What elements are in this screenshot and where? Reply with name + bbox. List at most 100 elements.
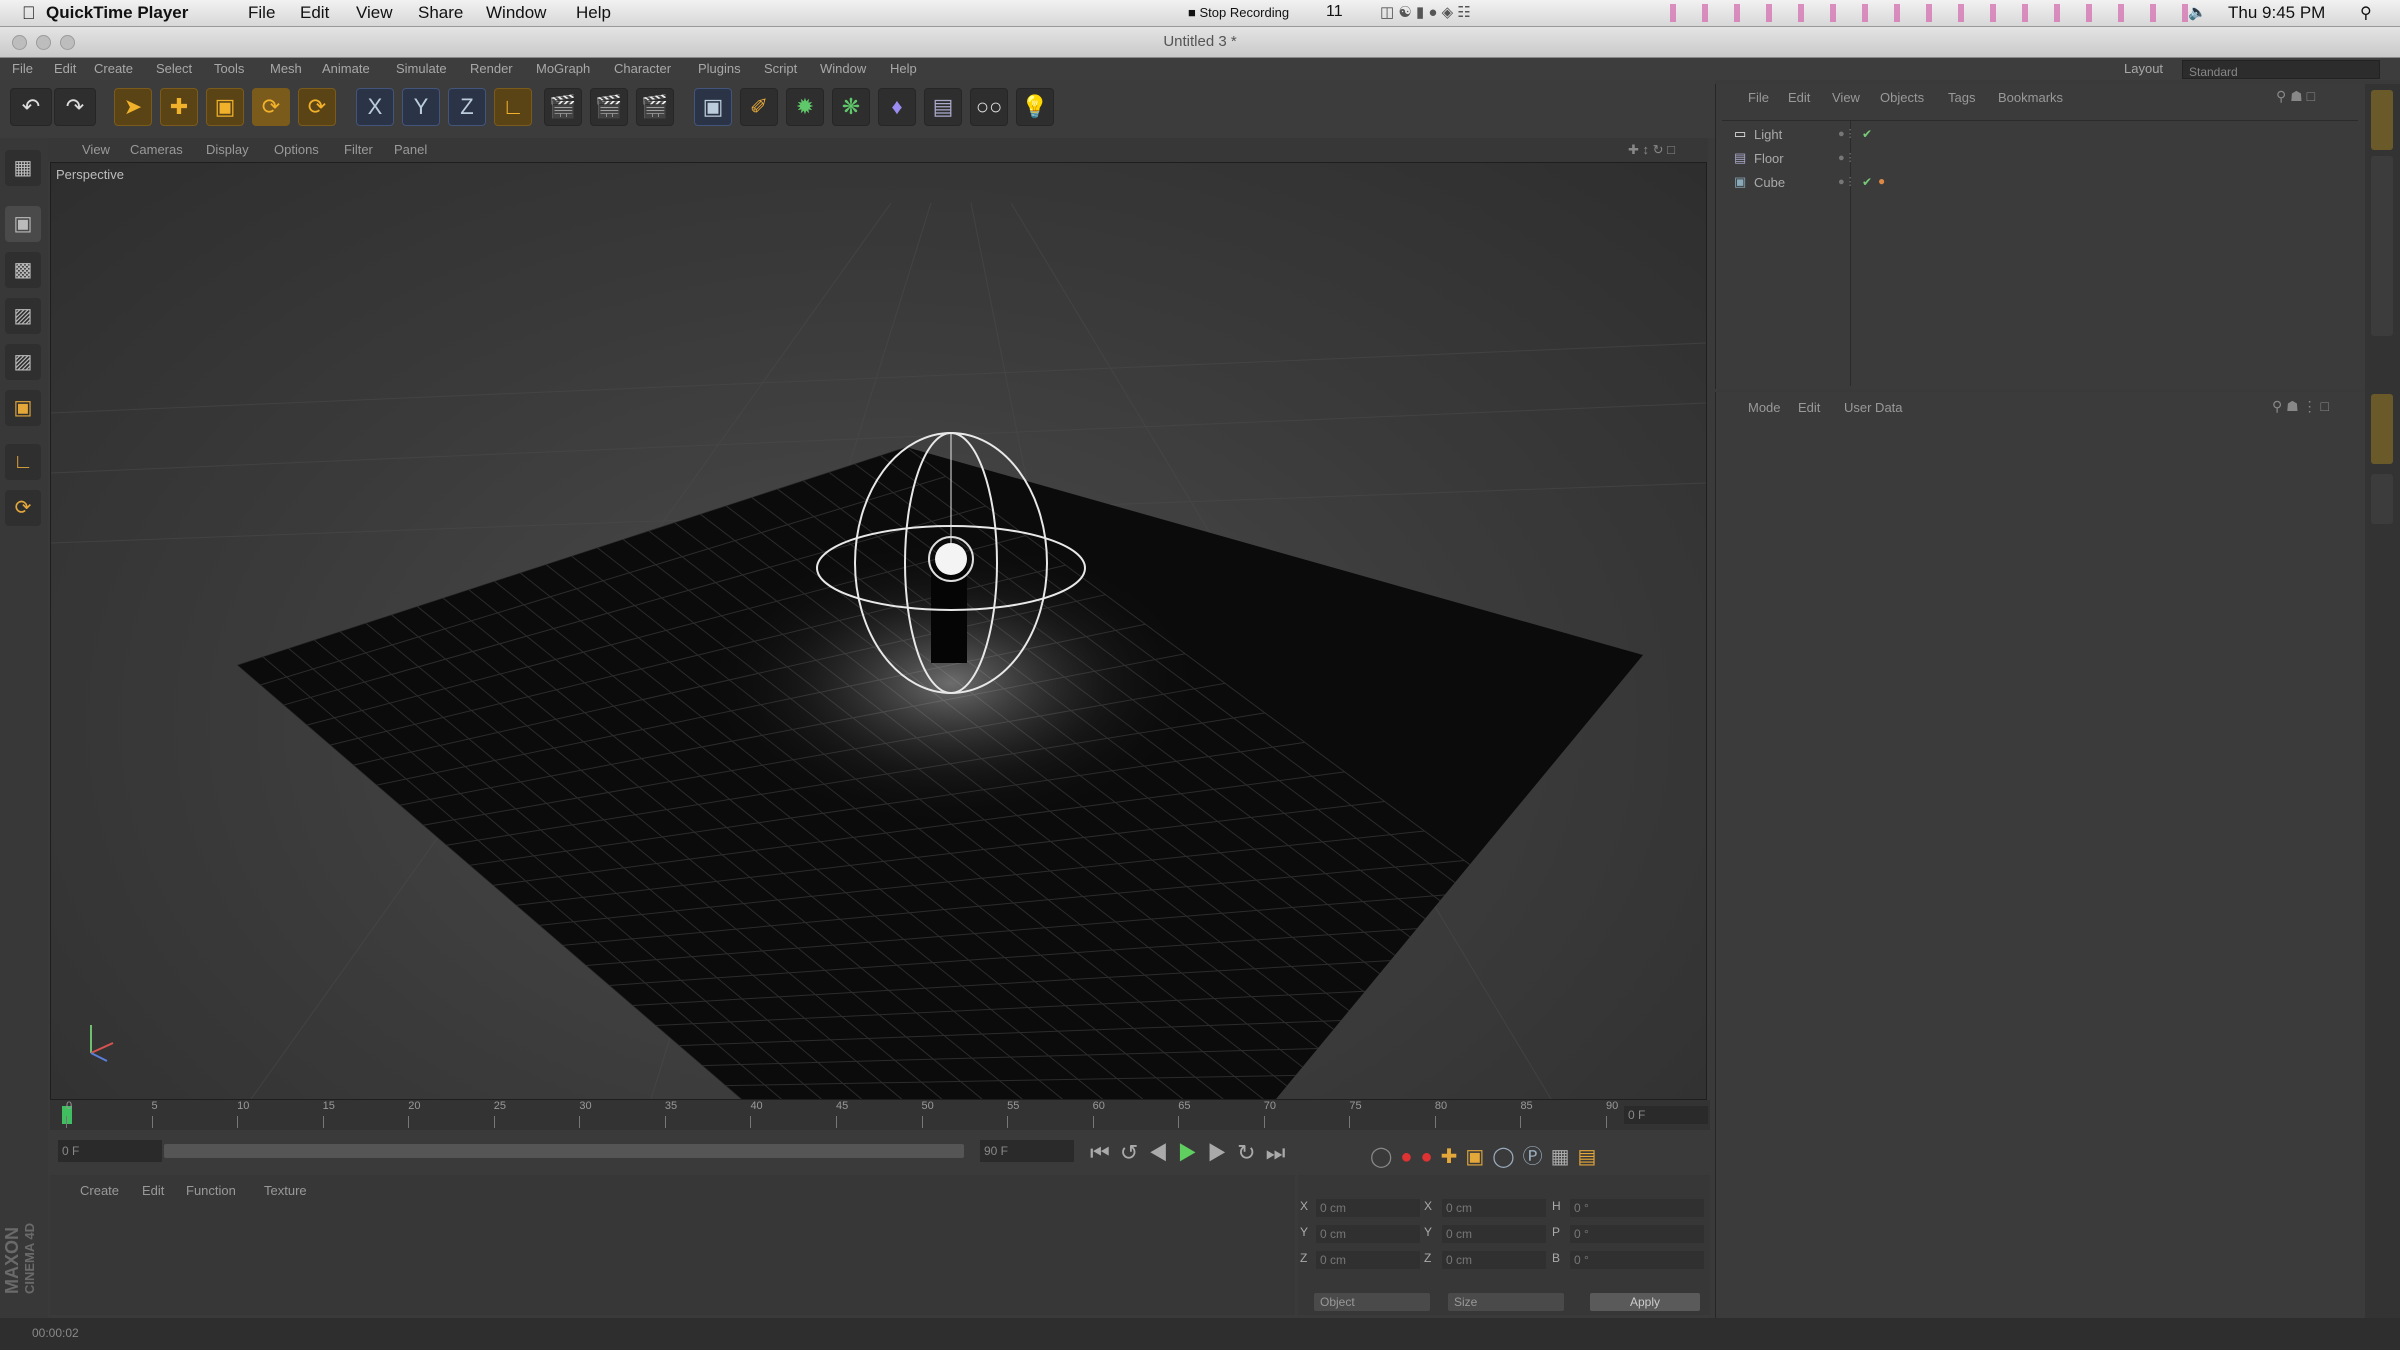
volume-icon[interactable]: 🔈 [2188,3,2207,21]
undo-button[interactable]: ↶ [10,88,52,126]
spotlight-icon[interactable]: ⚲ [2360,3,2372,23]
key-pla-button[interactable]: ▦ [1551,1146,1578,1168]
rotate-tool[interactable]: ⟳ [252,88,290,126]
c4d-menu-mograph[interactable]: MoGraph [536,61,590,76]
vp-menu-filter[interactable]: Filter [344,142,373,157]
c4d-menu-render[interactable]: Render [470,61,513,76]
c4d-menu-create[interactable]: Create [94,61,133,76]
render-picture-viewer-button[interactable]: 🎬 [590,88,628,126]
x-axis-lock[interactable]: X [356,88,394,126]
object-row-cube[interactable]: ▣ Cube ●⋮ ✔ ● [1726,172,2346,194]
texture-mode-button[interactable]: ▩ [5,252,41,288]
c4d-menu-mesh[interactable]: Mesh [270,61,302,76]
coord-rot-field[interactable]: 0 ° [1570,1225,1704,1243]
edges-mode-button[interactable]: ▨ [5,344,41,380]
cloner-icon[interactable]: ❋ [832,88,870,126]
coord-pos-field[interactable]: 0 cm [1316,1251,1420,1269]
goto-start-button[interactable]: ⏮ [1090,1140,1120,1165]
viewport-nav-icons[interactable]: ✚ ↕ ↻ □ [1628,142,1675,158]
apple-icon[interactable]:  [22,3,36,24]
record-keys-button[interactable]: ● [1400,1146,1420,1168]
object-row-floor[interactable]: ▤ Floor ●⋮ [1726,148,2346,170]
material-tag-icon[interactable]: ● [1878,174,1885,188]
redo-button[interactable]: ↷ [54,88,96,126]
enabled-check-icon[interactable]: ✔ [1862,127,1872,141]
timeline-window-button[interactable]: ▤ [1578,1146,1605,1168]
vp-menu-panel[interactable]: Panel [394,142,427,157]
mat-menu-edit[interactable]: Edit [142,1183,164,1198]
attributes-tab[interactable] [2371,394,2393,464]
c4d-menu-simulate[interactable]: Simulate [396,61,447,76]
c4d-menu-plugins[interactable]: Plugins [698,61,741,76]
next-frame-button[interactable]: ▶ [1208,1140,1238,1165]
visibility-dots[interactable]: ●⋮ [1838,151,1856,164]
mat-menu-create[interactable]: Create [80,1183,119,1198]
mat-menu-function[interactable]: Function [186,1183,236,1198]
app-name-menu[interactable]: QuickTime Player [46,3,188,23]
c4d-menu-script[interactable]: Script [764,61,797,76]
objects-tab[interactable] [2371,90,2393,150]
key-param-button[interactable]: Ⓟ [1523,1146,1551,1168]
layers-tab[interactable] [2371,474,2393,524]
menu-help[interactable]: Help [576,3,611,23]
y-axis-lock[interactable]: Y [402,88,440,126]
polygons-mode-button[interactable]: ▣ [5,390,41,426]
obj-menu-file[interactable]: File [1748,90,1769,105]
attr-toolbar-icons[interactable]: ⚲ ☗ ⋮ □ [2272,398,2329,415]
c4d-menu-edit[interactable]: Edit [54,61,76,76]
coord-size-field[interactable]: 0 cm [1442,1199,1546,1217]
vp-menu-display[interactable]: Display [206,142,249,157]
z-axis-lock[interactable]: Z [448,88,486,126]
apply-button[interactable]: Apply [1590,1293,1700,1311]
coordinate-mode-select[interactable]: Object [1314,1293,1430,1311]
next-key-button[interactable]: ↻ [1237,1140,1265,1165]
visibility-dots[interactable]: ●⋮ [1838,175,1856,188]
attr-menu-user-data[interactable]: User Data [1844,400,1903,415]
subdivision-surface-icon[interactable]: ✹ [786,88,824,126]
menu-window[interactable]: Window [486,3,546,23]
coord-size-field[interactable]: 0 cm [1442,1251,1546,1269]
cube-primitive-icon[interactable]: ▣ [694,88,732,126]
coordinate-system-button[interactable]: ∟ [494,88,532,126]
attr-menu-edit[interactable]: Edit [1798,400,1820,415]
c4d-menu-file[interactable]: File [12,61,33,76]
autokey-button[interactable]: ● [1420,1146,1440,1168]
content-browser-tab[interactable] [2371,156,2393,336]
c4d-menu-select[interactable]: Select [156,61,192,76]
obj-menu-bookmarks[interactable]: Bookmarks [1998,90,2063,105]
menu-file[interactable]: File [248,3,275,23]
layout-select[interactable]: Standard [2182,60,2380,79]
menu-view[interactable]: View [356,3,393,23]
key-scale-button[interactable]: ▣ [1465,1146,1492,1168]
obj-menu-tags[interactable]: Tags [1948,90,1975,105]
goto-end-button[interactable]: ⏭ [1266,1140,1296,1165]
size-mode-select[interactable]: Size [1448,1293,1564,1311]
floor-icon[interactable]: ▤ [924,88,962,126]
live-selection-tool[interactable]: ➤ [114,88,152,126]
stop-recording-button[interactable]: ■ Stop Recording [1188,5,1289,20]
mat-menu-texture[interactable]: Texture [264,1183,307,1198]
coord-size-field[interactable]: 0 cm [1442,1225,1546,1243]
vp-menu-cameras[interactable]: Cameras [130,142,183,157]
prev-key-button[interactable]: ↺ [1120,1140,1148,1165]
obj-toolbar-icons[interactable]: ⚲ ☗ □ [2276,88,2315,105]
coord-rot-field[interactable]: 0 ° [1570,1251,1704,1269]
recent-tool[interactable]: ⟳ [298,88,336,126]
model-mode-button[interactable]: ▣ [5,206,41,242]
coord-rot-field[interactable]: 0 ° [1570,1199,1704,1217]
obj-menu-view[interactable]: View [1832,90,1860,105]
render-settings-button[interactable]: 🎬 [636,88,674,126]
move-tool[interactable]: ✚ [160,88,198,126]
end-frame-field[interactable]: 90 F [980,1140,1074,1162]
menu-share[interactable]: Share [418,3,463,23]
c4d-menu-help[interactable]: Help [890,61,917,76]
visibility-dots[interactable]: ●⋮ [1838,127,1856,140]
c4d-menu-tools[interactable]: Tools [214,61,244,76]
perspective-viewport[interactable]: Perspective [50,162,1707,1100]
render-view-button[interactable]: 🎬 [544,88,582,126]
attr-menu-mode[interactable]: Mode [1748,400,1781,415]
make-editable-button[interactable]: ▦ [5,150,41,186]
points-mode-button[interactable]: ▨ [5,298,41,334]
key-rotation-button[interactable]: ◯ [1492,1146,1522,1168]
c4d-menu-window[interactable]: Window [820,61,866,76]
